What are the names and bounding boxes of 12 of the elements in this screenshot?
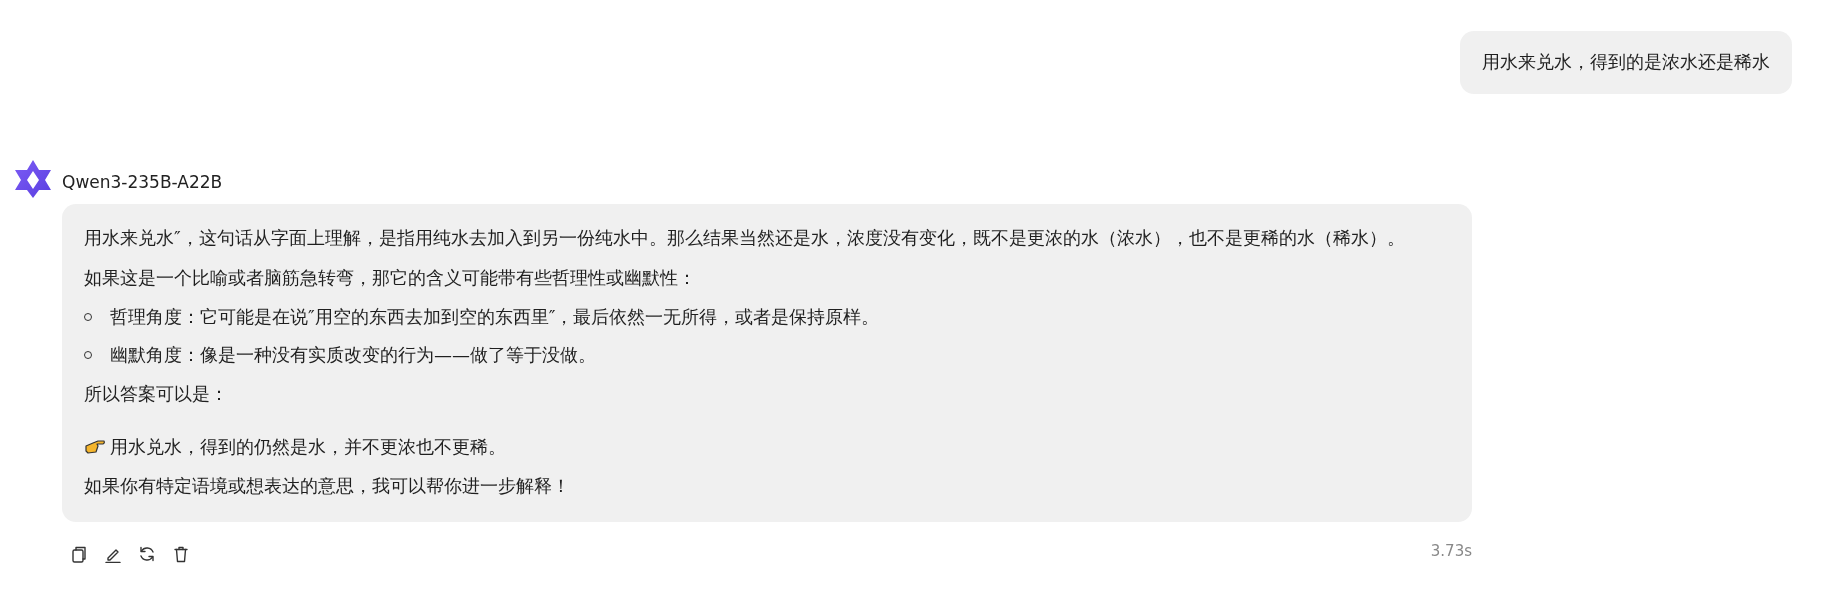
paragraph: 如果这是一个比喻或者脑筋急转弯，那它的含义可能带有些哲理性或幽默性： [84, 265, 697, 290]
list-item: 哲理角度：它可能是在说″用空的东西去加到空的东西里″，最后依然一无所得，或者是保持原样。 [110, 304, 880, 329]
paragraph: 如果你有特定语境或想表达的意思，我可以帮你进一步解释！ [84, 473, 571, 498]
logo-icon [12, 158, 54, 200]
paragraph: 所以答案可以是： [84, 381, 229, 406]
user-message: 用水来兑水，得到的是浓水还是稀水 [1460, 31, 1792, 94]
paragraph: 用水兑水，得到的仍然是水，并不更浓也不更稀。 [110, 434, 506, 459]
paragraph: 用水来兑水″，这句话从字面上理解，是指用纯水去加入到另一份纯水中。那么结果当然还是水，浓度没有变化，既不是更浓的水（浓水），也不是更稀的水（稀水）。 [84, 225, 1406, 250]
list-item: 幽默角度：像是一种没有实质改变的行为——做了等于没做。 [110, 342, 596, 367]
response-time: 3.73s [1430, 540, 1472, 562]
model-name: Qwen3-235B-A22B [62, 171, 224, 194]
pointing-hand-icon [84, 437, 106, 456]
